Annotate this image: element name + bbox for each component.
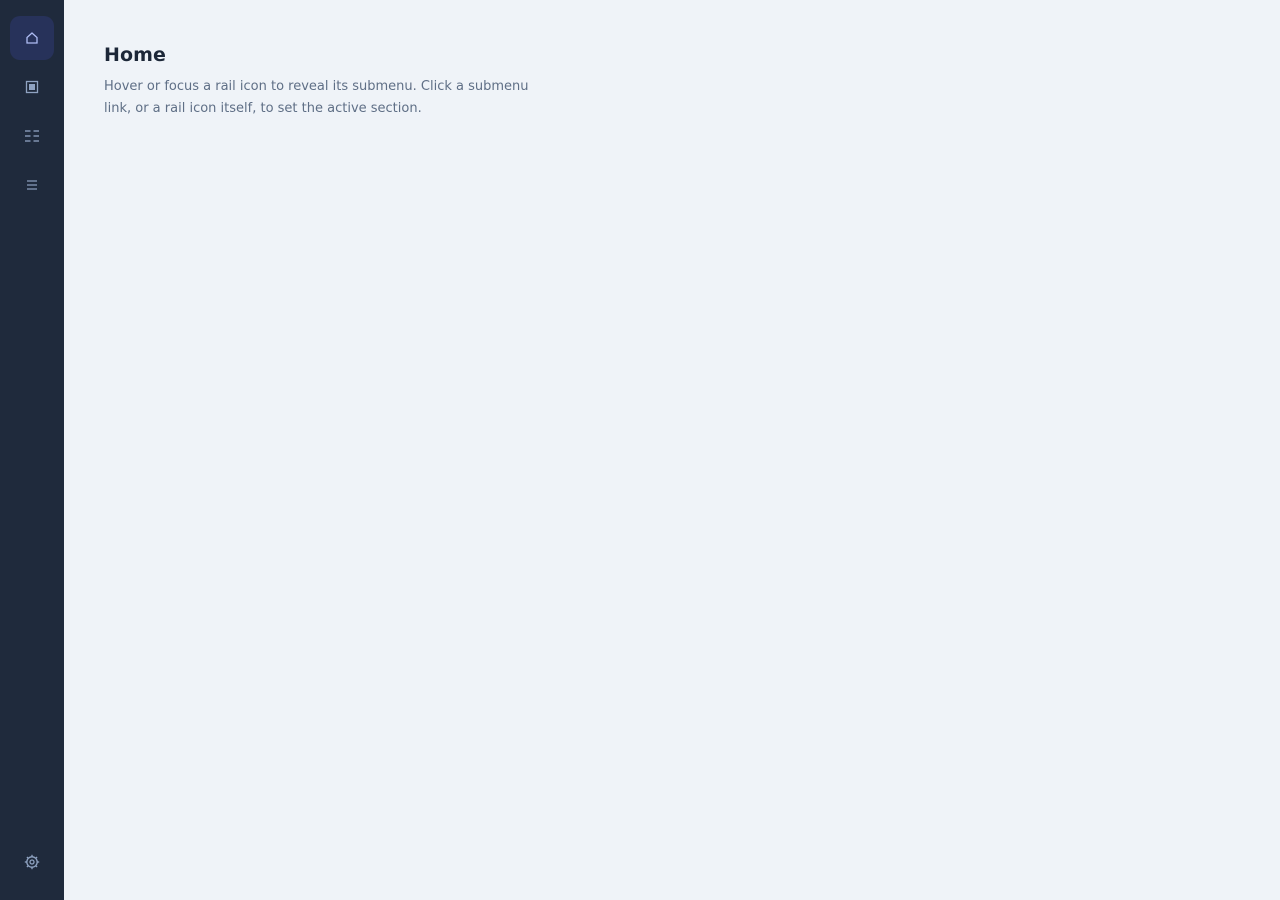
home-icon: [26, 32, 38, 44]
app-shell: Home Hover or focus a rail icon to revea…: [0, 0, 1280, 900]
gear-icon: [24, 854, 40, 870]
main-content: Home Hover or focus a rail icon to revea…: [64, 0, 1280, 900]
columns-icon: [25, 130, 39, 142]
page-description: Hover or focus a rail icon to reveal its…: [104, 79, 529, 116]
rail-primary-items: [10, 16, 54, 207]
rail-item-home[interactable]: [10, 16, 54, 60]
page-title: Home: [104, 44, 167, 66]
list-icon: [27, 180, 37, 190]
rail-item-settings[interactable]: [10, 840, 54, 884]
square-icon: [25, 80, 39, 94]
icon-rail: [0, 0, 64, 900]
rail-item-list[interactable]: [10, 163, 54, 207]
rail-item-projects[interactable]: [10, 65, 54, 109]
rail-item-reports[interactable]: [10, 114, 54, 158]
rail-secondary-items: [10, 840, 54, 884]
